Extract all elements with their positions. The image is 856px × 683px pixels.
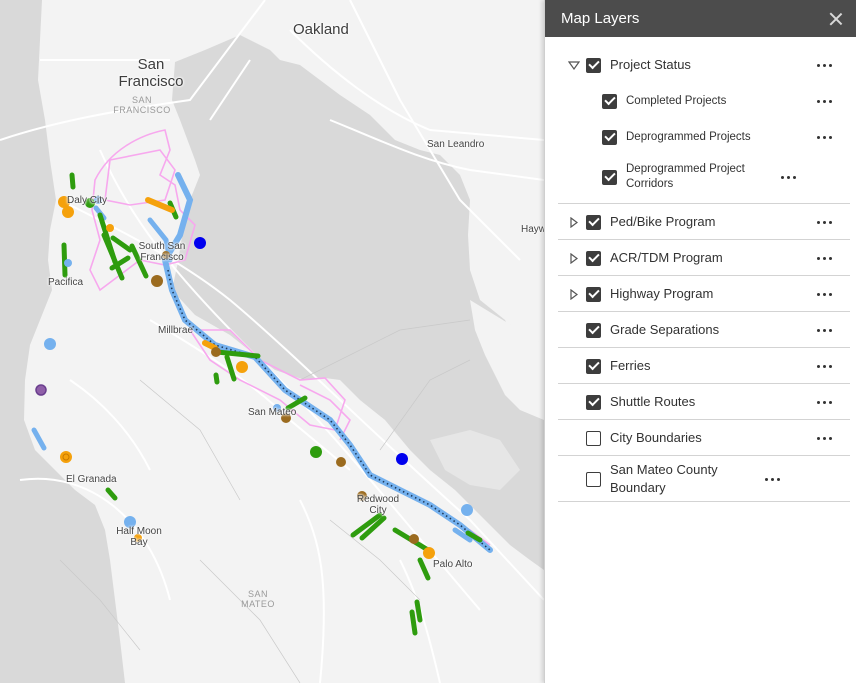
- checkbox-deprogrammed-corridors[interactable]: [602, 169, 617, 185]
- layer-label-acr-tdm: ACR/TDM Program: [610, 250, 723, 265]
- map-label-hayward: Hayw: [521, 224, 544, 235]
- orange-target-marker: [62, 453, 70, 461]
- more-options-icon[interactable]: [776, 167, 800, 187]
- map-label-san-francisco-region: SAN FRANCISCO: [113, 95, 171, 115]
- more-options-icon[interactable]: [812, 356, 836, 376]
- expand-chevron-icon[interactable]: [566, 214, 582, 230]
- panel-header: Map Layers: [545, 0, 856, 37]
- map-label-palo-alto: Palo Alto: [433, 559, 473, 570]
- checkbox-acr-tdm[interactable]: [586, 250, 601, 266]
- layer-label-completed-projects: Completed Projects: [626, 94, 727, 107]
- map-label-san-francisco: San Francisco: [118, 56, 184, 90]
- checkbox-highway[interactable]: [586, 286, 601, 302]
- layer-label-grade-separations: Grade Separations: [610, 322, 720, 337]
- layer-row-ped-bike[interactable]: Ped/Bike Program: [558, 204, 850, 240]
- more-options-icon[interactable]: [812, 91, 836, 111]
- map-label-redwood-city: Redwood City: [356, 494, 400, 516]
- checkbox-deprogrammed-projects[interactable]: [602, 129, 617, 145]
- sublayer-row-completed-projects[interactable]: Completed Projects: [558, 83, 850, 119]
- sublayer-row-deprogrammed-corridors[interactable]: Deprogrammed Project Corridors: [558, 159, 850, 195]
- more-options-icon[interactable]: [812, 127, 836, 147]
- sublayer-row-deprogrammed-projects[interactable]: Deprogrammed Projects: [558, 119, 850, 155]
- map-label-daly-city: Daly City: [67, 195, 108, 206]
- layer-row-shuttle-routes[interactable]: Shuttle Routes: [558, 384, 850, 420]
- more-options-icon[interactable]: [812, 392, 836, 412]
- checkbox-ferries[interactable]: [586, 358, 601, 374]
- layer-label-county-boundary: San Mateo County Boundary: [610, 462, 718, 495]
- layer-label-project-status: Project Status: [610, 57, 691, 72]
- layer-label-deprogrammed-corridors: Deprogrammed Project Corridors: [626, 163, 745, 190]
- layer-label-deprogrammed-projects: Deprogrammed Projects: [626, 130, 751, 143]
- location-marker: [35, 384, 47, 396]
- checkbox-project-status[interactable]: [586, 57, 601, 73]
- map-label-san-mateo-region: SAN MATEO: [241, 589, 275, 609]
- panel-title: Map Layers: [561, 10, 640, 27]
- expander-spacer: [566, 358, 582, 374]
- map-label-millbrae: Millbrae: [158, 325, 194, 336]
- map-label-south-san-francisco: South San Francisco: [138, 241, 186, 263]
- layer-label-city-boundaries: City Boundaries: [610, 430, 702, 445]
- map-label-oakland: Oakland: [293, 21, 349, 38]
- layer-row-grade-separations[interactable]: Grade Separations: [558, 312, 850, 348]
- map-label-san-mateo: San Mateo: [248, 407, 297, 418]
- east-bay-land: [240, 0, 544, 360]
- map-view[interactable]: Oakland San Francisco SAN FRANCISCO San …: [0, 0, 544, 683]
- expander-spacer: [566, 394, 582, 410]
- more-options-icon[interactable]: [812, 320, 836, 340]
- layer-label-ferries: Ferries: [610, 358, 651, 373]
- more-options-icon[interactable]: [812, 428, 836, 448]
- checkbox-completed-projects[interactable]: [602, 93, 617, 109]
- collapse-chevron-icon[interactable]: [566, 57, 582, 73]
- map-label-half-moon-bay: Half Moon Bay: [116, 526, 162, 548]
- map-label-pacifica: Pacifica: [48, 277, 84, 288]
- layer-label-ped-bike: Ped/Bike Program: [610, 214, 716, 229]
- app-root: Oakland San Francisco SAN FRANCISCO San …: [0, 0, 856, 683]
- close-icon[interactable]: [826, 9, 846, 29]
- expander-spacer: [566, 322, 582, 338]
- checkbox-ped-bike[interactable]: [586, 214, 601, 230]
- map-label-san-leandro: San Leandro: [427, 139, 485, 150]
- checkbox-grade-separations[interactable]: [586, 322, 601, 338]
- layer-row-highway[interactable]: Highway Program: [558, 276, 850, 312]
- layer-label-shuttle-routes: Shuttle Routes: [610, 394, 696, 409]
- checkbox-shuttle-routes[interactable]: [586, 394, 601, 410]
- layer-row-city-boundaries[interactable]: City Boundaries: [558, 420, 850, 456]
- expand-chevron-icon[interactable]: [566, 250, 582, 266]
- layer-header-project-status[interactable]: Project Status: [558, 47, 850, 83]
- expand-chevron-icon[interactable]: [566, 286, 582, 302]
- map-label-el-granada: El Granada: [66, 474, 117, 485]
- layer-label-highway: Highway Program: [610, 286, 714, 301]
- more-options-icon[interactable]: [812, 55, 836, 75]
- layer-row-ferries[interactable]: Ferries: [558, 348, 850, 384]
- checkbox-city-boundaries[interactable]: [586, 430, 601, 446]
- layer-row-county-boundary[interactable]: San Mateo County Boundary: [558, 456, 850, 502]
- more-options-icon[interactable]: [812, 284, 836, 304]
- map-canvas[interactable]: [0, 0, 544, 683]
- layer-row-project-status: Project Status Completed Projects Deprog…: [558, 37, 850, 204]
- map-layers-panel: Map Layers Project Status Completed Proj…: [544, 0, 856, 683]
- expander-spacer: [566, 430, 582, 446]
- expander-spacer: [566, 471, 582, 487]
- more-options-icon[interactable]: [812, 248, 836, 268]
- checkbox-county-boundary[interactable]: [586, 471, 601, 487]
- layer-row-acr-tdm[interactable]: ACR/TDM Program: [558, 240, 850, 276]
- layer-list: Project Status Completed Projects Deprog…: [545, 37, 856, 502]
- more-options-icon[interactable]: [812, 212, 836, 232]
- more-options-icon[interactable]: [760, 469, 784, 489]
